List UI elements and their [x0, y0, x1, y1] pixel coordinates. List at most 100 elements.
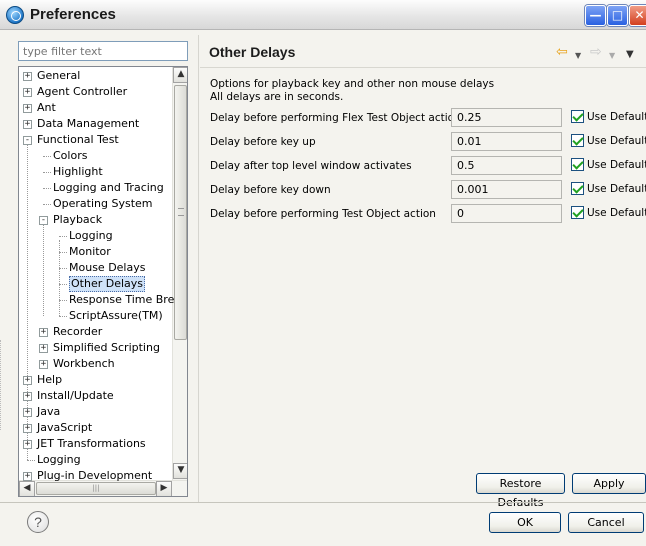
- use-default-label[interactable]: Use Default: [587, 111, 646, 123]
- delay-value-field[interactable]: [451, 180, 562, 199]
- tree-item[interactable]: - Functional Test: [19, 132, 171, 148]
- apply-button[interactable]: Apply: [572, 473, 646, 494]
- expand-icon[interactable]: +: [39, 328, 48, 337]
- tree-item[interactable]: + Data Management: [19, 116, 171, 132]
- tree-item-label: Workbench: [53, 357, 115, 370]
- use-default-checkbox[interactable]: [571, 206, 584, 219]
- tree-item-label: Plug-in Development: [37, 469, 153, 482]
- tree-item[interactable]: + Agent Controller: [19, 84, 171, 100]
- tree-item-label: Response Time Bre: [69, 293, 175, 306]
- tree-item-label: ScriptAssure(TM): [69, 309, 163, 322]
- expand-icon[interactable]: +: [39, 344, 48, 353]
- use-default-checkbox[interactable]: [571, 110, 584, 123]
- scroll-up-icon[interactable]: ▲: [173, 67, 187, 83]
- tree-item[interactable]: + Recorder: [19, 324, 171, 340]
- tree-item[interactable]: + Java: [19, 404, 171, 420]
- view-menu-icon[interactable]: ▼: [626, 47, 634, 63]
- edge-guide: [0, 340, 8, 430]
- scroll-thumb[interactable]: [174, 85, 187, 340]
- expand-icon[interactable]: +: [23, 392, 32, 401]
- expand-icon[interactable]: +: [23, 120, 32, 129]
- expand-icon[interactable]: +: [23, 472, 32, 481]
- tree-item[interactable]: + Ant: [19, 100, 171, 116]
- close-button[interactable]: ✕: [629, 5, 646, 26]
- collapse-icon[interactable]: -: [23, 136, 32, 145]
- delay-label: Delay before performing Flex Test Object…: [210, 112, 461, 124]
- expand-icon[interactable]: +: [39, 360, 48, 369]
- tree-item[interactable]: Logging: [19, 228, 171, 244]
- preference-tree[interactable]: ▲ ▼ ◀ ||| ▶ + General + Agent Controller + An…: [18, 66, 188, 497]
- delay-value-field[interactable]: [451, 132, 562, 151]
- tree-item-label: Simplified Scripting: [53, 341, 160, 354]
- delay-value-field[interactable]: [451, 108, 562, 127]
- tree-item[interactable]: Highlight: [19, 164, 171, 180]
- use-default-checkbox[interactable]: [571, 158, 584, 171]
- restore-defaults-button[interactable]: Restore Defaults: [476, 473, 565, 509]
- expand-icon[interactable]: +: [23, 440, 32, 449]
- forward-arrow-icon[interactable]: ⇨: [590, 44, 602, 60]
- description-line-1: Options for playback key and other non m…: [210, 78, 495, 90]
- tree-item-label: Colors: [53, 149, 88, 162]
- tree-item[interactable]: + JavaScript: [19, 420, 171, 436]
- minimize-button[interactable]: —: [585, 5, 606, 26]
- use-default-label[interactable]: Use Default: [587, 207, 646, 219]
- tree-item[interactable]: Other Delays: [19, 276, 171, 292]
- use-default-checkbox[interactable]: [571, 182, 584, 195]
- expand-icon[interactable]: +: [23, 104, 32, 113]
- preferences-dialog: Preferences — □ ✕ ▲ ▼ ◀ ||| ▶ +General+A…: [0, 0, 646, 546]
- tree-item[interactable]: Logging and Tracing: [19, 180, 171, 196]
- tree-item[interactable]: + Install/Update: [19, 388, 171, 404]
- page-title: Other Delays: [209, 44, 296, 60]
- tree-item-label: General: [37, 69, 81, 82]
- header-separator: [200, 67, 646, 68]
- forward-history-dropdown-icon[interactable]: ▼: [609, 48, 615, 64]
- help-icon[interactable]: ?: [27, 511, 49, 533]
- back-arrow-icon[interactable]: ⇦: [556, 44, 568, 60]
- tree-vertical-scrollbar[interactable]: ▲ ▼: [172, 67, 187, 480]
- collapse-icon[interactable]: -: [39, 216, 48, 225]
- tree-item[interactable]: + General: [19, 68, 171, 84]
- delay-label: Delay after top level window activates: [210, 160, 412, 172]
- maximize-icon: □: [611, 8, 624, 22]
- tree-item[interactable]: Logging: [19, 452, 171, 468]
- tree-item[interactable]: - Playback: [19, 212, 171, 228]
- tree-item-label: JET Transformations: [37, 437, 146, 450]
- back-history-dropdown-icon[interactable]: ▼: [575, 48, 581, 64]
- ok-button[interactable]: OK: [489, 512, 561, 533]
- tree-item[interactable]: + Help: [19, 372, 171, 388]
- tree-item[interactable]: Colors: [19, 148, 171, 164]
- tree-connector: [59, 236, 67, 237]
- use-default-label[interactable]: Use Default: [587, 159, 646, 171]
- cancel-button[interactable]: Cancel: [568, 512, 644, 533]
- use-default-label[interactable]: Use Default: [587, 183, 646, 195]
- expand-icon[interactable]: +: [23, 376, 32, 385]
- expand-icon[interactable]: +: [23, 424, 32, 433]
- tree-item[interactable]: + Workbench: [19, 356, 171, 372]
- tree-item[interactable]: Operating System: [19, 196, 171, 212]
- tree-item-label: Functional Test: [37, 133, 119, 146]
- tree-item-label: Install/Update: [37, 389, 114, 402]
- title-bar[interactable]: Preferences — □ ✕: [0, 0, 646, 30]
- tree-item[interactable]: Monitor: [19, 244, 171, 260]
- expand-icon[interactable]: +: [23, 408, 32, 417]
- tree-item[interactable]: + JET Transformations: [19, 436, 171, 452]
- delay-value-field[interactable]: [451, 156, 562, 175]
- pane-sash[interactable]: [198, 35, 199, 502]
- use-default-checkbox[interactable]: [571, 134, 584, 147]
- tree-item[interactable]: Mouse Delays: [19, 260, 171, 276]
- tree-connector: [59, 268, 67, 269]
- scroll-down-icon[interactable]: ▼: [173, 463, 187, 479]
- maximize-button[interactable]: □: [607, 5, 628, 26]
- expand-icon[interactable]: +: [23, 88, 32, 97]
- filter-input[interactable]: [18, 41, 188, 61]
- tree-item[interactable]: + Plug-in Development: [19, 468, 171, 484]
- tree-item[interactable]: ScriptAssure(TM): [19, 308, 171, 324]
- tree-item[interactable]: + Simplified Scripting: [19, 340, 171, 356]
- tree-item[interactable]: Response Time Bre: [19, 292, 175, 308]
- use-default-label[interactable]: Use Default: [587, 135, 646, 147]
- delay-value-field[interactable]: [451, 204, 562, 223]
- expand-icon[interactable]: +: [23, 72, 32, 81]
- app-icon: [6, 6, 24, 24]
- tree-item-label: Java: [37, 405, 61, 418]
- tree-item-label: Logging: [69, 229, 113, 242]
